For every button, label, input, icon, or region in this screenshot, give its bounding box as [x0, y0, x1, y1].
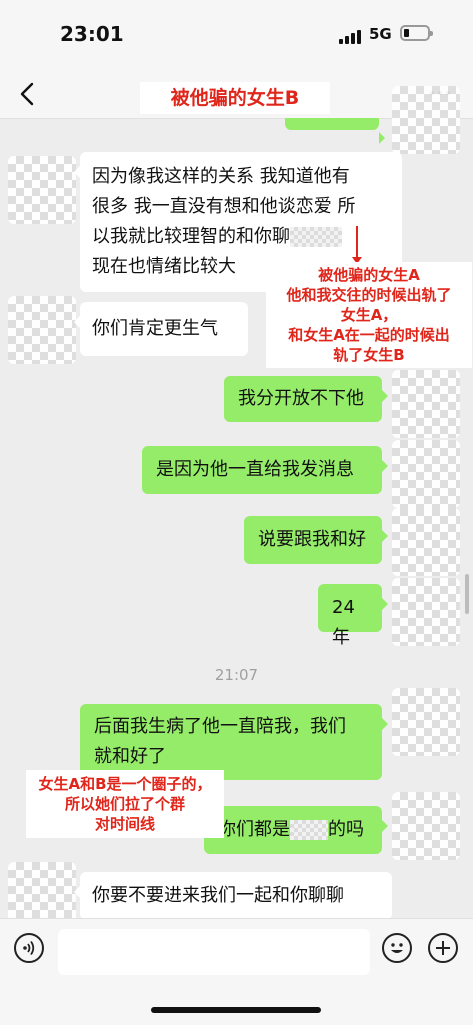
signal-icon [339, 28, 365, 44]
annotation-note: 女生A和B是一个圈子的， 所以她们拉了个群 对时间线 [26, 770, 224, 838]
status-time: 23:01 [60, 22, 124, 46]
message-timestamp: 21:07 [214, 666, 259, 684]
message-bubble-outgoing: 我分开放不下他 [224, 376, 388, 422]
annotation-line: 女生A和B是一个圈子的， [38, 775, 212, 793]
message-text: 24年 [332, 597, 355, 648]
avatar-self[interactable] [392, 792, 460, 860]
home-indicator[interactable] [151, 1007, 321, 1013]
plus-icon[interactable] [428, 933, 458, 963]
avatar-self[interactable] [392, 578, 460, 646]
message-text: 你们都是 [218, 819, 290, 840]
message-line: 以我就比较理智的和你聊 [92, 226, 290, 247]
message-input[interactable] [58, 929, 370, 975]
message-bubble-outgoing: 是因为他一直给我发消息 [142, 446, 388, 494]
voice-icon[interactable] [14, 933, 44, 963]
message-text: 的吗 [328, 819, 364, 840]
message-text: 是因为他一直给我发消息 [156, 459, 354, 480]
annotation-line: 轨了女生B [333, 346, 405, 364]
annotation-line: 女生A， [340, 306, 398, 324]
network-label: 5G [369, 25, 392, 43]
annotation-line: 被他骗的女生A [318, 266, 420, 284]
avatar-self[interactable] [392, 508, 460, 576]
annotation-line: 对时间线 [94, 815, 155, 833]
message-line: 就和好了 [94, 746, 166, 767]
redaction-mosaic [290, 820, 328, 840]
message-bubble-outgoing: 你们都是 的吗 [204, 806, 388, 854]
annotation-line: 和女生A在一起的时候出 [288, 326, 450, 344]
message-bubble-outgoing: 后面我生病了他一直陪我，我们 就和好了 [80, 704, 388, 780]
status-bar: 23:01 5G [0, 0, 473, 70]
message-text: 说要跟我和好 [258, 529, 366, 550]
message-text: 你们肯定更生气 [92, 318, 218, 339]
redaction-mosaic [290, 227, 342, 247]
avatar-self[interactable] [392, 688, 460, 756]
message-line: 因为像我这样的关系 我知道他有 [92, 166, 350, 187]
avatar-contact[interactable] [8, 296, 76, 364]
input-bar [0, 918, 473, 1025]
chat-title: 被他骗的女生B [140, 82, 330, 114]
annotation-line: 他和我交往的时候出轨了 [286, 286, 452, 304]
avatar-self[interactable] [392, 440, 460, 508]
message-bubble-partial [285, 118, 385, 144]
scrollbar[interactable] [465, 574, 469, 614]
message-line: 后面我生病了他一直陪我，我们 [94, 716, 346, 737]
avatar-self[interactable] [392, 86, 460, 154]
message-text: 你要不要进来我们一起和你聊聊 [92, 885, 344, 906]
annotation-line: 所以她们拉了个群 [64, 795, 185, 813]
battery-icon [400, 25, 433, 41]
message-line: 很多 我一直没有想和他谈恋爱 所 [92, 196, 356, 217]
annotation-note: 被他骗的女生A 他和我交往的时候出轨了 女生A， 和女生A在一起的时候出 轨了女… [266, 262, 472, 368]
message-bubble-outgoing: 24年 [318, 584, 388, 648]
annotation-arrow [352, 226, 362, 264]
emoji-icon[interactable] [382, 933, 412, 963]
message-text: 我分开放不下他 [238, 388, 364, 409]
message-bubble-incoming: 你们肯定更生气 [74, 302, 248, 356]
avatar-contact[interactable] [8, 156, 76, 224]
message-bubble-incoming: 你要不要进来我们一起和你聊聊 [74, 872, 392, 920]
message-line-with-redaction: 以我就比较理智的和你聊 [92, 222, 390, 252]
message-bubble-outgoing: 说要跟我和好 [244, 516, 388, 564]
back-arrow-icon[interactable] [14, 76, 44, 112]
avatar-self[interactable] [392, 370, 460, 438]
